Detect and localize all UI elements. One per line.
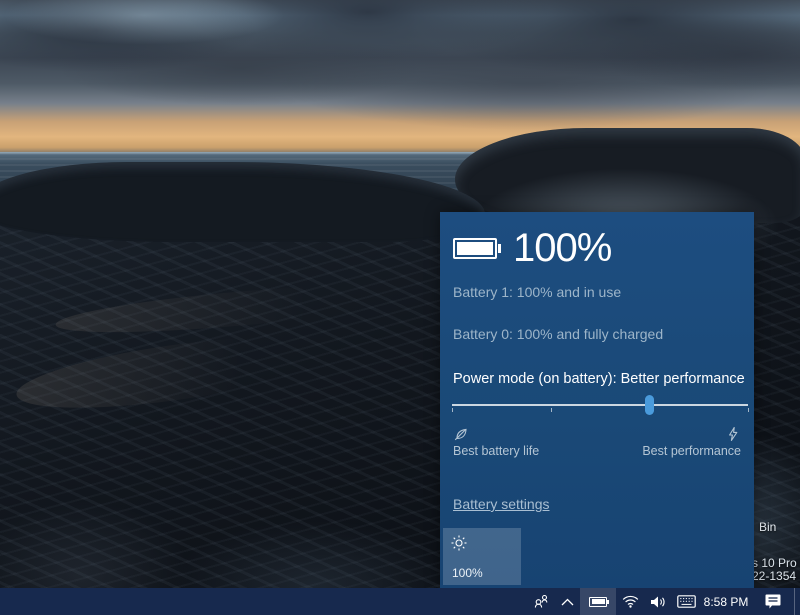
sun-icon: [451, 535, 467, 551]
taskbar: 8:58 PM: [0, 588, 800, 615]
slider-tick: [452, 408, 453, 412]
battery-percent: 100%: [513, 228, 611, 268]
battery-flyout-header: 100%: [453, 228, 611, 268]
windows-watermark-line1: s 10 Pro: [752, 556, 797, 570]
brightness-tile[interactable]: 100%: [443, 528, 521, 585]
windows-watermark-line2: 22-1354: [752, 569, 796, 583]
action-center-button[interactable]: [752, 588, 794, 615]
brightness-percent: 100%: [452, 566, 483, 580]
show-desktop-button[interactable]: [794, 588, 800, 615]
volume-icon: [650, 595, 667, 609]
screen: Bin s 10 Pro 22-1354 100% Battery 1: 100…: [0, 0, 800, 615]
network-button[interactable]: [616, 588, 644, 615]
slider-min-label: Best battery life: [453, 444, 539, 458]
battery-full-icon: [453, 238, 497, 259]
battery0-status: Battery 0: 100% and fully charged: [453, 326, 663, 342]
volume-button[interactable]: [644, 588, 672, 615]
recycle-bin-label[interactable]: Bin: [759, 520, 776, 534]
power-mode-slider[interactable]: [452, 394, 748, 416]
battery-fill: [457, 242, 493, 255]
chevron-up-icon: [561, 598, 574, 606]
power-slider-track[interactable]: [452, 404, 748, 406]
touch-keyboard-icon: [677, 595, 696, 608]
action-center-icon: [764, 593, 782, 610]
wifi-icon: [622, 595, 639, 608]
lightning-bolt-icon: [725, 426, 741, 442]
battery-flyout: 100% Battery 1: 100% and in use Battery …: [440, 212, 754, 588]
eco-leaf-icon: [453, 426, 469, 442]
power-slider-thumb[interactable]: [645, 395, 654, 415]
battery-settings-link[interactable]: Battery settings: [453, 496, 550, 512]
battery1-status: Battery 1: 100% and in use: [453, 284, 621, 300]
people-icon: [533, 594, 550, 609]
people-button[interactable]: [528, 588, 554, 615]
touch-keyboard-button[interactable]: [672, 588, 700, 615]
battery-tray-button[interactable]: [580, 588, 616, 615]
battery-tray-icon: [589, 597, 607, 607]
taskbar-clock[interactable]: 8:58 PM: [700, 588, 752, 615]
battery-tray-fill: [592, 599, 605, 604]
show-hidden-icons-button[interactable]: [554, 588, 580, 615]
power-mode-label: Power mode (on battery): Better performa…: [453, 371, 745, 387]
slider-tick: [551, 408, 552, 412]
slider-tick: [748, 408, 749, 412]
slider-max-label: Best performance: [642, 444, 741, 458]
